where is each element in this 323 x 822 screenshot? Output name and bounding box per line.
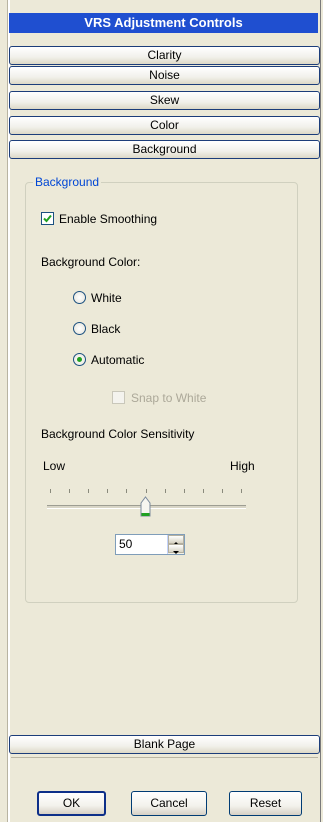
slider-tick	[126, 489, 128, 493]
slider-tick	[107, 489, 109, 493]
sensitivity-spinbox[interactable]: 50	[115, 534, 185, 555]
radio-black-label[interactable]: Black	[91, 322, 120, 336]
section-noise-button[interactable]: Noise	[9, 66, 320, 85]
slider-tick	[164, 489, 166, 493]
background-group-label: Background	[33, 175, 102, 189]
radio-white-label[interactable]: White	[91, 291, 122, 305]
enable-smoothing-checkbox[interactable]	[41, 212, 54, 225]
cancel-button[interactable]: Cancel	[131, 791, 207, 816]
radio-black[interactable]	[73, 322, 86, 335]
radio-automatic-label[interactable]: Automatic	[91, 353, 144, 367]
panel-title: VRS Adjustment Controls	[9, 13, 318, 33]
slider-tick	[202, 489, 204, 493]
slider-low-label: Low	[43, 459, 66, 473]
background-color-label: Background Color:	[41, 255, 141, 269]
section-blank-page-button[interactable]: Blank Page	[9, 735, 320, 754]
arrow-down-icon	[173, 551, 179, 554]
section-background-button[interactable]: Background	[9, 140, 320, 159]
ok-button[interactable]: OK	[37, 791, 106, 816]
snap-to-white-checkbox[interactable]	[112, 391, 125, 404]
slider-tick	[221, 489, 223, 493]
slider-tick	[145, 489, 147, 493]
section-clarity-button[interactable]: Clarity	[9, 46, 320, 65]
enable-smoothing-label[interactable]: Enable Smoothing	[59, 212, 157, 226]
slider-tick	[88, 489, 90, 493]
radio-white[interactable]	[73, 291, 86, 304]
slider-tick	[50, 489, 51, 493]
slider-tick	[69, 489, 71, 493]
sensitivity-label: Background Color Sensitivity	[41, 427, 195, 441]
section-color-button[interactable]: Color	[9, 116, 320, 135]
slider-tick	[183, 489, 185, 493]
sensitivity-value[interactable]: 50	[119, 537, 132, 551]
section-skew-button[interactable]: Skew	[9, 91, 320, 110]
sensitivity-slider-thumb[interactable]	[140, 496, 151, 517]
radio-automatic[interactable]	[73, 353, 86, 366]
window-edge	[0, 0, 8, 822]
slider-tick	[241, 489, 242, 493]
radio-selected-dot	[77, 357, 82, 362]
reset-button[interactable]: Reset	[229, 791, 302, 816]
checkmark-icon	[43, 214, 52, 223]
spin-down-button[interactable]	[168, 544, 184, 554]
slider-high-label: High	[230, 459, 255, 473]
background-panel: Background Enable Smoothing Background C…	[11, 161, 318, 732]
spin-buttons	[167, 535, 184, 554]
spin-up-button[interactable]	[168, 535, 184, 545]
snap-to-white-label: Snap to White	[131, 391, 207, 405]
